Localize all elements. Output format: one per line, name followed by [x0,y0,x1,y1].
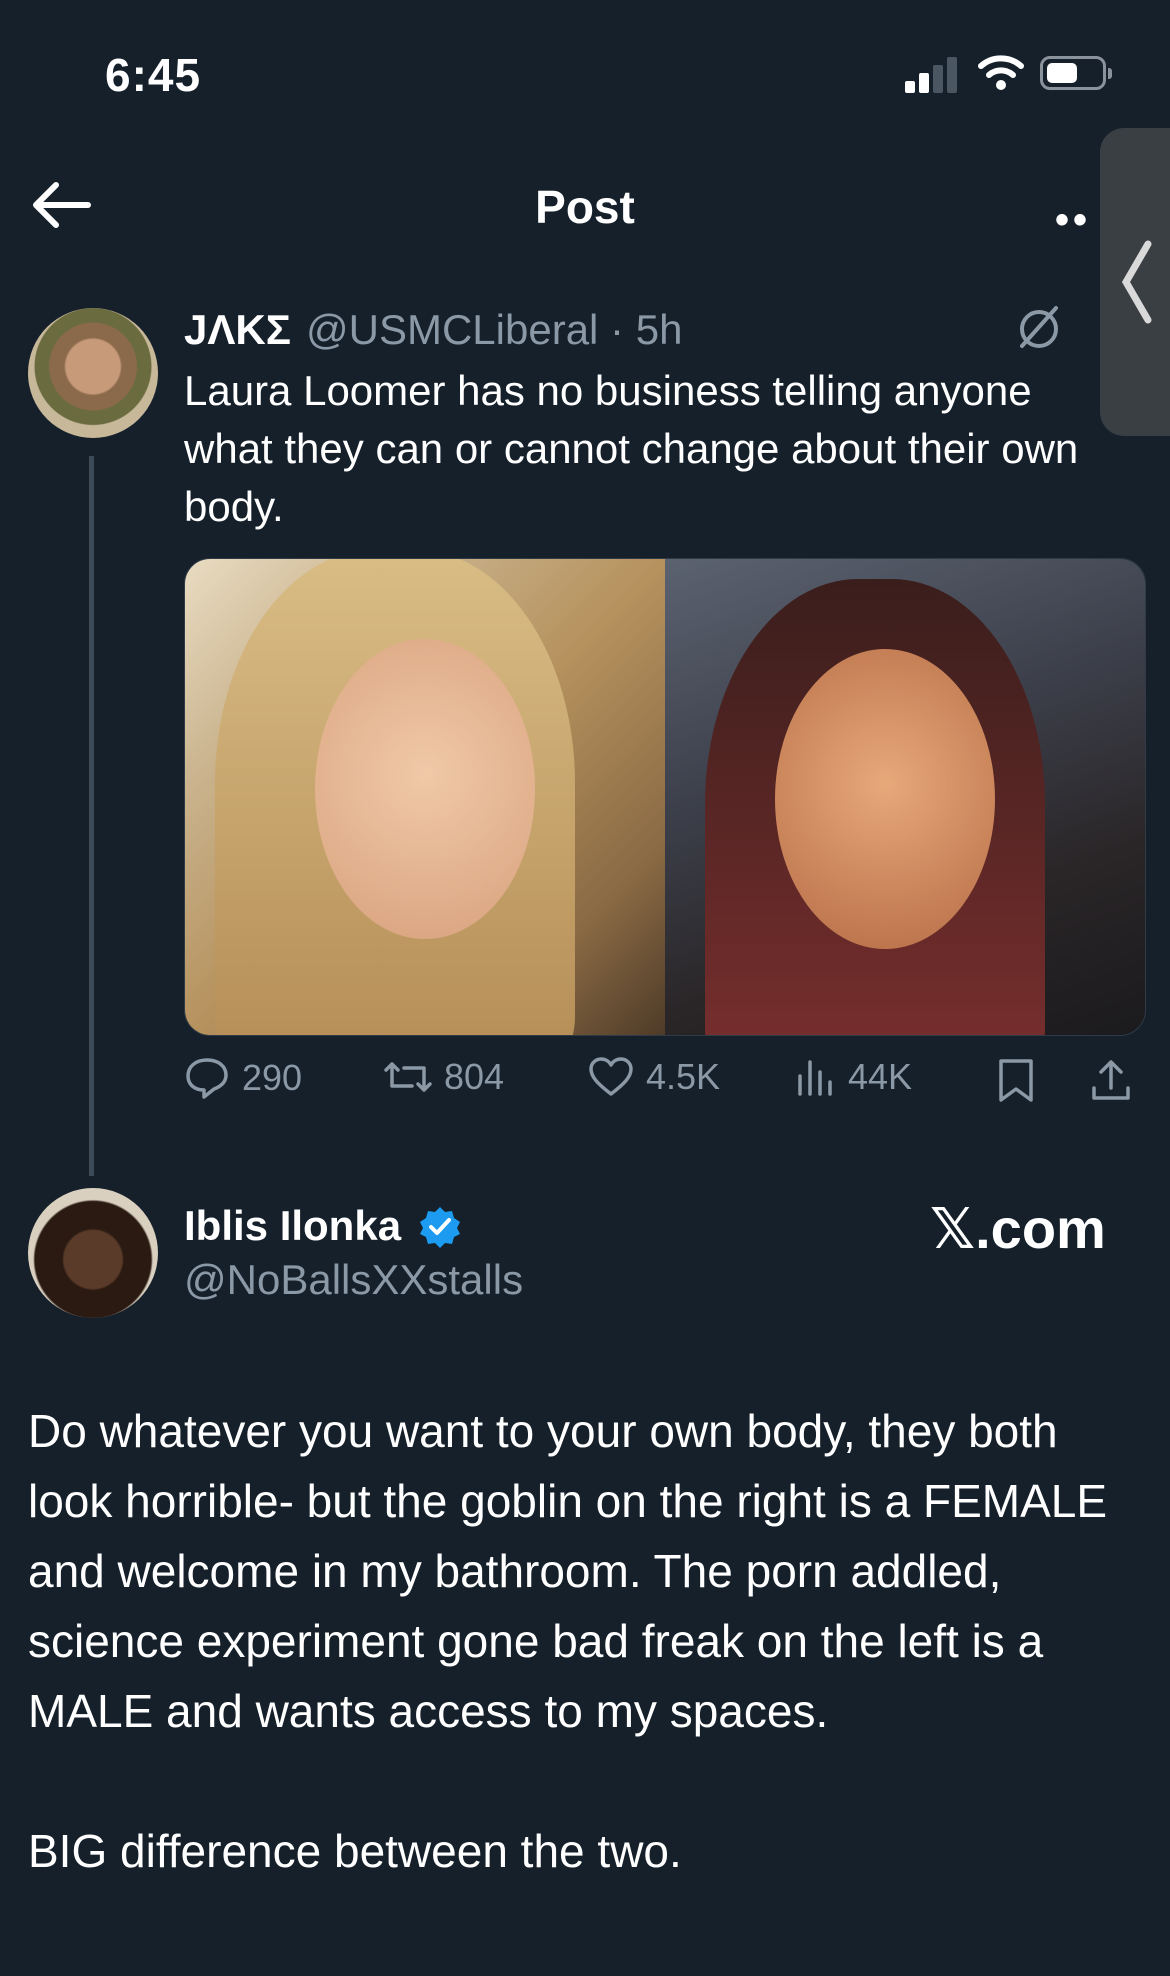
repost-icon [384,1062,432,1092]
chevron-left-icon [1121,240,1152,324]
share-icon[interactable] [1090,1058,1132,1104]
photo-right[interactable] [665,559,1145,1035]
thread-connector-line [89,456,94,1176]
media-grid[interactable] [184,558,1146,1036]
like-count: 4.5K [646,1056,721,1097]
author-handle[interactable]: @NoBallsXXstalls [184,1256,523,1304]
heart-icon [589,1057,633,1096]
view-count: 44K [848,1056,913,1097]
repost-button[interactable]: 804 [384,1056,504,1098]
battery-icon [1040,56,1112,90]
cellular-signal-icon [905,55,957,93]
reply-button[interactable]: 290 [184,1056,302,1100]
bookmark-icon[interactable] [996,1058,1036,1104]
wifi-icon [978,55,1024,90]
author-name[interactable]: JΛKΣ [184,306,291,354]
verified-badge-icon [420,1207,460,1248]
reply-count: 290 [242,1057,303,1098]
author-handle-time[interactable]: @USMCLiberal · 5h [306,306,682,354]
post-text: Do whatever you want to your own body, t… [28,1405,1108,1877]
avatar[interactable] [28,308,158,438]
photo-left[interactable] [185,559,665,1035]
like-button[interactable]: 4.5K [588,1056,720,1098]
grok-icon[interactable] [1014,302,1064,352]
x-com-logo: 𝕏.com [930,1197,1106,1260]
page-title: Post [535,181,635,233]
post-text: Laura Loomer has no business telling any… [184,367,1079,530]
author-name[interactable]: Iblis Ilonka [184,1202,401,1250]
status-time: 6:45 [105,49,202,101]
action-bar: 290 804 4.5K 44K [184,1056,1144,1116]
analytics-icon [798,1060,832,1096]
more-options-icon[interactable]: •• [1055,198,1091,243]
avatar[interactable] [28,1188,158,1318]
repost-count: 804 [444,1056,505,1097]
reply-icon [186,1058,228,1099]
views-button[interactable]: 44K [796,1056,912,1098]
side-panel-handle[interactable] [1100,128,1170,436]
